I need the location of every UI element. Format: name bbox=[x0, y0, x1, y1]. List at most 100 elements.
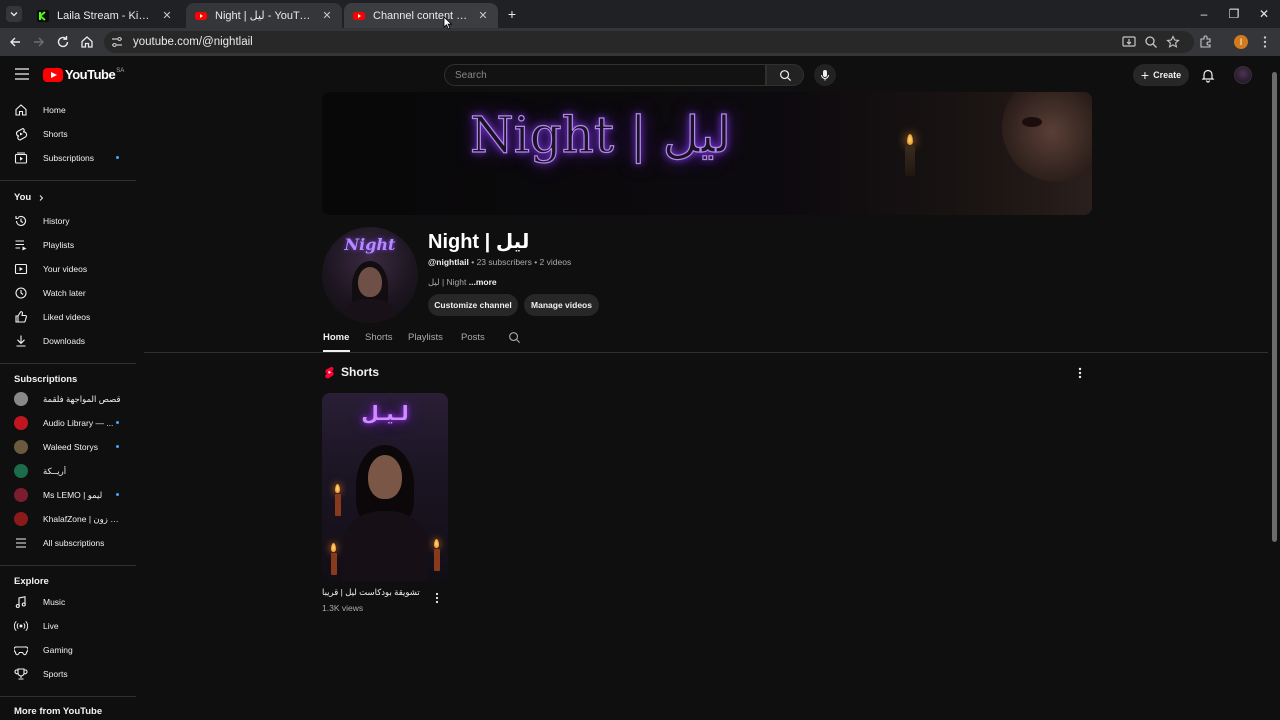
restore-button[interactable]: ❐ bbox=[1227, 7, 1241, 21]
subscription-name: Waleed Storys bbox=[43, 442, 98, 452]
sidebar-divider bbox=[0, 565, 136, 566]
site-settings-icon[interactable] bbox=[110, 35, 124, 49]
home-icon[interactable] bbox=[79, 34, 95, 50]
more-from-youtube-heading: More from YouTube bbox=[14, 706, 102, 717]
reload-icon[interactable] bbox=[55, 34, 71, 50]
sidebar-subscription-item[interactable]: Audio Library — ... bbox=[0, 411, 140, 435]
voice-search-button[interactable] bbox=[814, 64, 836, 86]
candle-flame-image bbox=[907, 134, 913, 145]
notifications-bell-icon[interactable] bbox=[1200, 67, 1216, 83]
more-vert-icon[interactable] bbox=[1076, 366, 1084, 380]
sidebar-subscription-item[interactable]: Ms LEMO | ليمو bbox=[0, 483, 140, 507]
close-icon[interactable]: ✕ bbox=[160, 9, 174, 23]
subscription-name: قصص المواجهة فلقمة bbox=[43, 393, 121, 404]
kick-favicon-icon bbox=[37, 9, 49, 22]
subscription-name: Ms LEMO | ليمو bbox=[43, 489, 103, 500]
sidebar-subscription-item[interactable]: KhalafZone | خلف زون bbox=[0, 507, 140, 531]
sidebar-item-downloads[interactable]: Downloads bbox=[0, 329, 140, 353]
channel-avatar bbox=[14, 464, 28, 478]
channel-meta: @nightlail • 23 subscribers • 2 videos bbox=[428, 257, 571, 267]
hamburger-menu-icon[interactable] bbox=[14, 67, 30, 81]
trophy-icon bbox=[14, 668, 28, 680]
sidebar-item-liked-videos[interactable]: Liked videos bbox=[0, 305, 140, 329]
sidebar-item-label: Gaming bbox=[43, 645, 73, 655]
thumbnail-body bbox=[342, 511, 428, 581]
customize-channel-button[interactable]: Customize channel bbox=[428, 294, 518, 316]
shelf-title-label: Shorts bbox=[341, 365, 380, 379]
you-section-heading[interactable]: You bbox=[14, 192, 45, 203]
new-tab-button[interactable]: + bbox=[505, 7, 519, 21]
sidebar-item-live[interactable]: Live bbox=[0, 614, 140, 638]
sidebar-item-music[interactable]: Music bbox=[0, 590, 140, 614]
close-icon[interactable]: ✕ bbox=[320, 9, 334, 23]
manage-videos-button[interactable]: Manage videos bbox=[524, 294, 599, 316]
shorts-icon bbox=[15, 127, 28, 141]
sidebar-item-gaming[interactable]: Gaming bbox=[0, 638, 140, 662]
sidebar-subscription-item[interactable]: أريــكة bbox=[0, 459, 140, 483]
sidebar-item-all-subscriptions[interactable]: All subscriptions bbox=[0, 531, 140, 555]
more-link[interactable]: ...more bbox=[466, 277, 497, 287]
channel-avatar-large[interactable]: Night bbox=[322, 227, 418, 323]
close-icon[interactable]: ✕ bbox=[476, 9, 490, 23]
bookmark-star-icon[interactable] bbox=[1165, 34, 1181, 50]
short-title[interactable]: تشويقة بودكاست ليل | قريبا bbox=[322, 587, 432, 598]
extensions-icon[interactable] bbox=[1198, 34, 1214, 50]
browser-tab-kick[interactable]: Laila Stream - Kick Dashboard ✕ bbox=[28, 3, 182, 28]
sidebar-item-history[interactable]: History bbox=[0, 209, 140, 233]
mouse-cursor-icon bbox=[443, 16, 453, 30]
tab-title: Night | ليل - YouTube bbox=[215, 10, 314, 22]
more-vert-icon[interactable] bbox=[434, 591, 440, 605]
search-button[interactable] bbox=[766, 64, 804, 86]
browser-profile-avatar[interactable]: I bbox=[1234, 35, 1248, 49]
tab-playlists[interactable]: Playlists bbox=[408, 332, 443, 343]
youtube-play-icon bbox=[43, 67, 63, 82]
short-views: 1.3K views bbox=[322, 603, 364, 613]
sidebar-item-home[interactable]: Home bbox=[0, 98, 140, 122]
description-text: ليل | Night bbox=[428, 277, 467, 287]
sidebar-subscription-item[interactable]: Waleed Storys bbox=[0, 435, 140, 459]
channel-description[interactable]: ليل | Night ...more bbox=[428, 277, 497, 288]
watch-later-icon bbox=[15, 287, 27, 299]
short-thumbnail[interactable]: لـيـل bbox=[322, 393, 448, 581]
liked-icon bbox=[15, 311, 27, 323]
sidebar-item-subscriptions[interactable]: Subscriptions bbox=[0, 146, 140, 170]
sidebar-subscription-item[interactable]: قصص المواجهة فلقمة bbox=[0, 387, 140, 411]
url-text: youtube.com/@nightlail bbox=[133, 36, 253, 48]
your-videos-icon bbox=[14, 263, 28, 275]
sidebar-item-sports[interactable]: Sports bbox=[0, 662, 140, 686]
sidebar-item-shorts[interactable]: Shorts bbox=[0, 122, 140, 146]
channel-stats: • 23 subscribers • 2 videos bbox=[468, 257, 572, 267]
tab-home[interactable]: Home bbox=[323, 332, 349, 343]
create-button[interactable]: + Create bbox=[1133, 64, 1189, 86]
sidebar-divider bbox=[0, 696, 136, 697]
zoom-icon[interactable] bbox=[1143, 34, 1159, 50]
browser-tab-youtube[interactable]: Night | ليل - YouTube ✕ bbox=[186, 3, 342, 28]
youtube-logo[interactable]: YouTube SA bbox=[43, 67, 124, 82]
account-avatar[interactable] bbox=[1234, 66, 1252, 84]
avatar-title: Night bbox=[344, 235, 396, 254]
sidebar-item-playlists[interactable]: Playlists bbox=[0, 233, 140, 257]
tab-posts[interactable]: Posts bbox=[461, 332, 485, 343]
sidebar-divider bbox=[0, 180, 136, 181]
tab-shorts[interactable]: Shorts bbox=[365, 332, 392, 343]
sidebar-item-your-videos[interactable]: Your videos bbox=[0, 257, 140, 281]
close-window-button[interactable]: ✕ bbox=[1257, 7, 1271, 21]
sidebar-item-watch-later[interactable]: Watch later bbox=[0, 281, 140, 305]
forward-arrow-icon[interactable] bbox=[31, 34, 47, 50]
tab-search-button[interactable] bbox=[6, 6, 22, 22]
candle-flame-image bbox=[335, 484, 340, 493]
back-arrow-icon[interactable] bbox=[7, 34, 23, 50]
install-app-icon[interactable] bbox=[1121, 34, 1137, 50]
candle-image bbox=[331, 553, 337, 575]
browser-menu-icon[interactable] bbox=[1257, 34, 1273, 50]
address-bar[interactable]: youtube.com/@nightlail bbox=[104, 31, 1194, 53]
sidebar-item-label: Home bbox=[43, 105, 66, 115]
browser-tab-studio[interactable]: Channel content - YouTube Studio ✕ bbox=[344, 3, 498, 28]
page-scrollbar-thumb[interactable] bbox=[1272, 72, 1277, 542]
search-input[interactable]: Search bbox=[444, 64, 766, 86]
music-icon bbox=[15, 596, 26, 609]
channel-search-icon[interactable] bbox=[508, 331, 521, 344]
thumbnail-neon-text: لـيـل bbox=[361, 403, 409, 425]
create-label: Create bbox=[1153, 70, 1182, 80]
minimize-button[interactable]: – bbox=[1197, 7, 1211, 21]
